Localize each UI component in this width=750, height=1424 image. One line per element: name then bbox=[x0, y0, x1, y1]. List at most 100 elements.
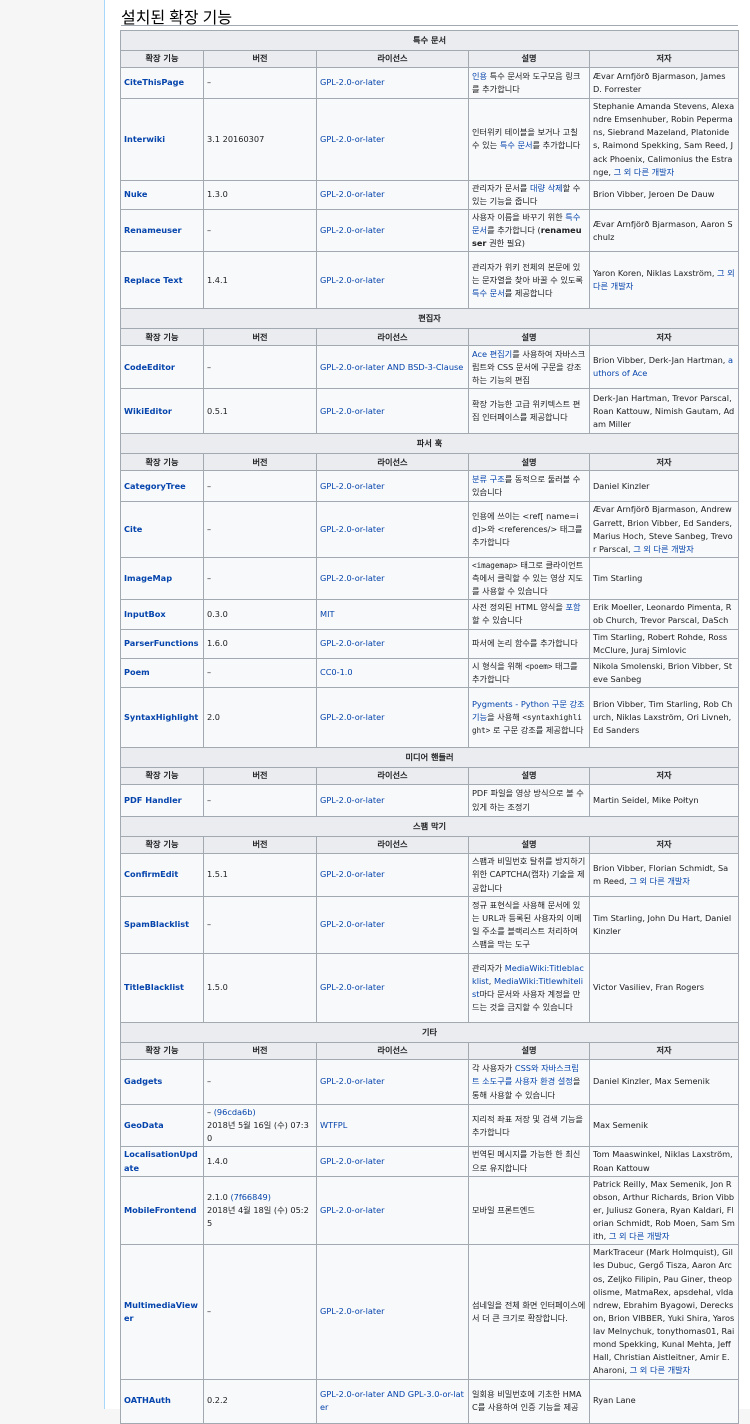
text-segment: Ævar Arnfjörð Bjarmason, James D. Forres… bbox=[593, 70, 726, 94]
extension-name[interactable]: SpamBlacklist bbox=[120, 896, 204, 955]
column-header: 저자 bbox=[588, 836, 740, 855]
text-segment: Erik Moeller, Leonardo Pimenta, Rob Chur… bbox=[593, 602, 732, 626]
extension-license[interactable]: GPL-2.0-or-later bbox=[316, 208, 469, 253]
extension-license[interactable]: GPL-2.0-or-later bbox=[316, 67, 469, 99]
extension-name[interactable]: LocalisationUpdate bbox=[120, 1146, 204, 1177]
section-title-row: 특수 문서 bbox=[119, 30, 740, 51]
column-header-row: 확장 기능 버전 라이선스 설명 저자 bbox=[120, 836, 740, 855]
version-text: 1.5.1 bbox=[207, 869, 228, 880]
extension-name[interactable]: CiteThisPage bbox=[120, 67, 204, 99]
extension-authors: Nikola Smolenski, Brion Vibber, Steve Sa… bbox=[588, 657, 740, 689]
extension-license[interactable]: GPL-2.0-or-later bbox=[316, 1175, 469, 1246]
link[interactable]: 인용 bbox=[472, 71, 487, 81]
extension-license[interactable]: GPL-2.0-or-later bbox=[316, 98, 469, 181]
extension-license[interactable]: GPL-2.0-or-later bbox=[316, 896, 469, 955]
extension-name[interactable]: SyntaxHighlight bbox=[120, 687, 204, 749]
extension-license[interactable]: GPL-2.0-or-later bbox=[316, 556, 469, 601]
extension-license[interactable]: GPL-2.0-or-later bbox=[316, 1146, 469, 1177]
extension-name[interactable]: OATHAuth bbox=[120, 1378, 204, 1424]
text-segment: 확장 가능한 고급 위키텍스트 편집 인터페이스를 제공합니다 bbox=[472, 399, 581, 423]
extension-license[interactable]: MIT bbox=[316, 599, 469, 630]
extension-license[interactable]: GPL-2.0-or-later AND BSD-3-Clause bbox=[316, 345, 469, 390]
extension-name[interactable]: Renameuser bbox=[120, 208, 204, 253]
link[interactable]: 그 외 다른 개발자 bbox=[633, 544, 694, 554]
extension-license[interactable]: GPL-2.0-or-later bbox=[316, 388, 469, 435]
extension-description: 지리적 좌표 저장 및 검색 기능을 추가합니다 bbox=[468, 1104, 590, 1148]
extension-name[interactable]: WikiEditor bbox=[120, 388, 204, 435]
extension-license[interactable]: GPL-2.0-or-later bbox=[316, 1244, 469, 1380]
version-text: 1.4.1 bbox=[207, 274, 228, 285]
extension-license[interactable]: GPL-2.0-or-later AND GPL-3.0-or-later bbox=[316, 1378, 469, 1424]
column-header: 확장 기능 bbox=[120, 1042, 204, 1061]
extension-authors: Brion Vibber, Tim Starling, Rob Church, … bbox=[588, 687, 740, 749]
link[interactable]: 대량 삭제 bbox=[530, 183, 563, 193]
extension-authors: Yaron Koren, Niklas Laxström, 그 외 다른 개발자 bbox=[588, 251, 740, 310]
extension-name[interactable]: CodeEditor bbox=[120, 345, 204, 390]
extension-version: 1.5.1 bbox=[203, 853, 317, 898]
extension-license[interactable]: GPL-2.0-or-later bbox=[316, 784, 469, 818]
version-commit-link[interactable]: (96cda6b) bbox=[214, 1107, 256, 1117]
code-text: <imagemap> bbox=[472, 560, 518, 570]
text-segment: 를 추가합니다 ( bbox=[487, 225, 541, 236]
extension-name[interactable]: InputBox bbox=[120, 599, 204, 630]
column-header: 버전 bbox=[203, 767, 317, 786]
extension-license[interactable]: CC0-1.0 bbox=[316, 657, 469, 689]
extension-name[interactable]: ParserFunctions bbox=[120, 628, 204, 659]
text-segment: Max Semenik bbox=[593, 1120, 648, 1131]
extension-license[interactable]: GPL-2.0-or-later bbox=[316, 179, 469, 211]
extension-name[interactable]: TitleBlacklist bbox=[120, 953, 204, 1024]
link[interactable]: 포함 bbox=[565, 602, 580, 612]
extension-name[interactable]: MultimediaViewer bbox=[120, 1244, 204, 1380]
extension-license[interactable]: GPL-2.0-or-later bbox=[316, 687, 469, 749]
extension-name[interactable]: Gadgets bbox=[120, 1059, 204, 1106]
text-segment: 특수 문서와 도구모음 링크를 추가합니다 bbox=[472, 70, 581, 94]
link[interactable]: 그 외 다른 개발자 bbox=[630, 1365, 691, 1375]
extension-license[interactable]: GPL-2.0-or-later bbox=[316, 1059, 469, 1106]
extension-version: – bbox=[203, 501, 317, 558]
extension-name[interactable]: Interwiki bbox=[120, 98, 204, 181]
extension-license[interactable]: GPL-2.0-or-later bbox=[316, 501, 469, 558]
extension-authors: Max Semenik bbox=[588, 1104, 740, 1148]
version-text: 2.1.0 bbox=[207, 1191, 231, 1202]
extension-description: 관리자가 문서를 대량 삭제할 수 있는 기능을 줍니다 bbox=[468, 179, 590, 211]
extension-license[interactable]: GPL-2.0-or-later bbox=[316, 470, 469, 503]
column-header: 라이선스 bbox=[316, 328, 469, 347]
link[interactable]: 분류 구조 bbox=[472, 474, 505, 484]
extension-name[interactable]: CategoryTree bbox=[120, 470, 204, 503]
extension-name[interactable]: ImageMap bbox=[120, 556, 204, 601]
extension-description: 인터위키 테이블을 보거나 고칠 수 있는 특수 문서를 추가합니다 bbox=[468, 98, 590, 181]
extension-name[interactable]: PDF Handler bbox=[120, 784, 204, 818]
link[interactable]: 그 외 다른 개발자 bbox=[629, 876, 690, 886]
extension-name[interactable]: Poem bbox=[120, 657, 204, 689]
version-text: 2.0 bbox=[207, 711, 221, 722]
section-title: 편집자 bbox=[119, 308, 740, 330]
extension-name[interactable]: GeoData bbox=[120, 1104, 204, 1148]
extension-license[interactable]: GPL-2.0-or-later bbox=[316, 853, 469, 898]
link[interactable]: 특수 문서 bbox=[472, 288, 505, 298]
extension-name[interactable]: MobileFrontend bbox=[120, 1175, 204, 1246]
extension-description: Ace 편집기를 사용하여 자바스크립트와 CSS 문서에 구문을 강조하는 기… bbox=[468, 345, 590, 390]
extension-license[interactable]: GPL-2.0-or-later bbox=[316, 251, 469, 310]
extension-version: – bbox=[203, 784, 317, 818]
column-header: 라이선스 bbox=[316, 767, 469, 786]
extension-name[interactable]: Cite bbox=[120, 501, 204, 558]
extension-license[interactable]: WTFPL bbox=[316, 1104, 469, 1148]
column-header: 확장 기능 bbox=[120, 767, 204, 786]
extension-name[interactable]: Replace Text bbox=[120, 251, 204, 310]
link[interactable]: 특수 문서 bbox=[500, 140, 533, 150]
extension-description: 사전 정의된 HTML 양식을 포함할 수 있습니다 bbox=[468, 599, 590, 630]
extension-authors: Tom Maaswinkel, Niklas Laxström, Roan Ka… bbox=[588, 1146, 740, 1177]
link[interactable]: 그 외 다른 개발자 bbox=[609, 1231, 670, 1241]
link[interactable]: 그 외 다른 개발자 bbox=[614, 167, 675, 177]
table-row: SpamBlacklist – GPL-2.0-or-later 정규 표현식을 사용… bbox=[120, 896, 740, 955]
extension-name[interactable]: ConfirmEdit bbox=[120, 853, 204, 898]
text-segment: 섬네일을 전체 화면 인터페이스에서 더 큰 크기로 확장합니다. bbox=[472, 1299, 586, 1323]
extension-license[interactable]: GPL-2.0-or-later bbox=[316, 953, 469, 1024]
extension-license[interactable]: GPL-2.0-or-later bbox=[316, 628, 469, 659]
version-commit-link[interactable]: (7f66849) bbox=[230, 1192, 271, 1202]
extension-description: 인용에 쓰이는 <ref[ name=id]>와 <references/> 태… bbox=[468, 501, 590, 558]
extension-name[interactable]: Nuke bbox=[120, 179, 204, 211]
table-row: ConfirmEdit 1.5.1 GPL-2.0-or-later 스팸과 비밀번호… bbox=[120, 853, 740, 898]
link[interactable]: Ace 편집기 bbox=[472, 349, 512, 359]
extension-description: Pygments - Python 구문 강조기능을 사용해 <syntaxhi… bbox=[468, 687, 590, 749]
